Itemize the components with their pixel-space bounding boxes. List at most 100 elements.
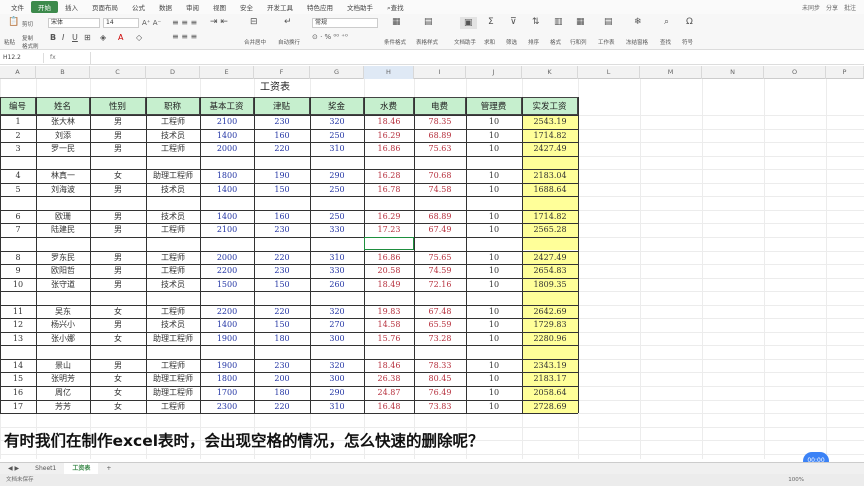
table-cell[interactable]: 2 xyxy=(0,129,36,143)
table-cell[interactable]: 工程师 xyxy=(146,264,200,278)
table-cell[interactable]: 16.29 xyxy=(364,210,414,224)
table-cell[interactable]: 2427.49 xyxy=(522,142,578,156)
table-cell[interactable]: 1688.64 xyxy=(522,183,578,197)
column-header-m[interactable]: M xyxy=(640,66,702,79)
table-cell[interactable]: 160 xyxy=(254,210,310,224)
table-cell[interactable]: 16.86 xyxy=(364,142,414,156)
worksheet-button[interactable]: 工作表 xyxy=(598,38,615,46)
table-cell[interactable]: 女 xyxy=(90,305,146,319)
sheet-tab-sheet1[interactable]: Sheet1 xyxy=(27,463,64,475)
table-cell[interactable]: 10 xyxy=(0,278,36,292)
sort-button[interactable]: 排序 xyxy=(528,38,539,46)
table-cell[interactable]: 230 xyxy=(254,223,310,237)
table-cell[interactable]: 330 xyxy=(310,223,364,237)
table-header-cell[interactable]: 基本工资 xyxy=(200,97,254,115)
sheet-grid[interactable]: 工资表 编号 姓名 性别 职称 基本工资 津贴 奖金 水费 电费 管理费 实发工资 1 张大林男工程师 2… xyxy=(0,79,864,459)
table-cell[interactable]: 220 xyxy=(254,251,310,265)
table-cell[interactable]: 杨兴小 xyxy=(36,318,90,332)
table-cell[interactable]: 刘海波 xyxy=(36,183,90,197)
table-cell[interactable]: 250 xyxy=(310,210,364,224)
format-button[interactable]: 格式 xyxy=(550,38,561,46)
table-cell[interactable]: 张明芳 xyxy=(36,372,90,386)
column-header-b[interactable]: B xyxy=(36,66,90,79)
table-cell[interactable]: 78.33 xyxy=(414,359,466,373)
table-cell[interactable]: 男 xyxy=(90,359,146,373)
table-cell[interactable]: 300 xyxy=(310,372,364,386)
table-cell[interactable]: 76.49 xyxy=(414,386,466,400)
table-cell[interactable]: 11 xyxy=(0,305,36,319)
table-cell[interactable]: 16.28 xyxy=(364,169,414,183)
font-grow-icon[interactable]: A⁺ A⁻ xyxy=(142,19,161,27)
sheet-nav-icon[interactable]: ◀ ▶ xyxy=(0,463,27,475)
symbol-button[interactable]: 符号 xyxy=(682,38,693,46)
table-cell[interactable]: 67.49 xyxy=(414,223,466,237)
table-cell[interactable]: 男 xyxy=(90,210,146,224)
fill-color-icon[interactable]: ◈ xyxy=(100,33,106,42)
table-cell[interactable]: 330 xyxy=(310,264,364,278)
table-cell[interactable]: 2343.19 xyxy=(522,359,578,373)
table-cell[interactable]: 4 xyxy=(0,169,36,183)
column-header-o[interactable]: O xyxy=(764,66,826,79)
menu-review[interactable]: 审阅 xyxy=(179,1,206,13)
table-cell[interactable]: 15 xyxy=(0,372,36,386)
copy-button[interactable]: 复制 xyxy=(22,34,33,42)
table-cell[interactable]: 10 xyxy=(466,372,522,386)
menu-data[interactable]: 数据 xyxy=(152,1,179,13)
table-cell[interactable]: 160 xyxy=(254,129,310,143)
table-cell[interactable]: 吴东 xyxy=(36,305,90,319)
table-cell[interactable]: 2183.17 xyxy=(522,372,578,386)
table-cell[interactable]: 1500 xyxy=(200,278,254,292)
table-cell[interactable]: 10 xyxy=(466,400,522,414)
menu-page-layout[interactable]: 页面布局 xyxy=(85,1,125,13)
table-cell[interactable]: 女 xyxy=(90,169,146,183)
table-cell[interactable]: 16.86 xyxy=(364,251,414,265)
menu-developer[interactable]: 开发工具 xyxy=(260,1,300,13)
table-cell[interactable]: 250 xyxy=(310,183,364,197)
table-cell[interactable]: 工程师 xyxy=(146,305,200,319)
table-header-cell[interactable]: 管理费 xyxy=(466,97,522,115)
table-cell[interactable]: 2728.69 xyxy=(522,400,578,414)
table-cell[interactable]: 芳芳 xyxy=(36,400,90,414)
table-cell[interactable]: 74.58 xyxy=(414,183,466,197)
table-cell[interactable]: 14.58 xyxy=(364,318,414,332)
table-cell[interactable]: 12 xyxy=(0,318,36,332)
table-cell[interactable]: 1800 xyxy=(200,372,254,386)
table-cell[interactable]: 320 xyxy=(310,359,364,373)
table-cell[interactable]: 65.59 xyxy=(414,318,466,332)
formula-input[interactable] xyxy=(90,52,850,64)
table-cell[interactable]: 2058.64 xyxy=(522,386,578,400)
table-cell[interactable]: 320 xyxy=(310,305,364,319)
name-box[interactable]: H12.2 xyxy=(0,53,44,63)
table-cell[interactable]: 68.89 xyxy=(414,210,466,224)
underline-icon[interactable]: U xyxy=(72,33,78,42)
table-cell[interactable]: 2100 xyxy=(200,223,254,237)
active-cell[interactable] xyxy=(364,236,414,251)
table-cell[interactable]: 1400 xyxy=(200,183,254,197)
merge-center-button[interactable]: 合并居中 xyxy=(244,38,266,46)
table-cell[interactable]: 230 xyxy=(254,264,310,278)
column-header-c[interactable]: C xyxy=(90,66,146,79)
table-cell[interactable]: 2183.04 xyxy=(522,169,578,183)
table-cell[interactable]: 73.83 xyxy=(414,400,466,414)
table-cell[interactable]: 250 xyxy=(310,129,364,143)
column-header-a[interactable]: A xyxy=(0,66,36,79)
table-cell[interactable]: 310 xyxy=(310,142,364,156)
conditional-format-button[interactable]: 条件格式 xyxy=(384,38,406,46)
merge-icon[interactable]: ⊟ xyxy=(250,17,258,27)
table-cell[interactable]: 6 xyxy=(0,210,36,224)
table-cell[interactable]: 张守道 xyxy=(36,278,90,292)
table-cell[interactable]: 15.76 xyxy=(364,332,414,346)
table-cell[interactable]: 150 xyxy=(254,278,310,292)
table-cell[interactable]: 男 xyxy=(90,223,146,237)
clear-format-icon[interactable]: ◇ xyxy=(136,33,142,42)
percent-icon[interactable]: ⊙ · % ⁰⁰ ⁺⁰ xyxy=(312,33,348,41)
add-sheet-icon[interactable]: + xyxy=(98,463,119,475)
menu-doc-assistant[interactable]: 文档助手 xyxy=(340,1,380,13)
table-cell[interactable]: 2200 xyxy=(200,264,254,278)
table-cell[interactable]: 3 xyxy=(0,142,36,156)
table-cell[interactable]: 18.49 xyxy=(364,278,414,292)
table-cell[interactable]: 女 xyxy=(90,400,146,414)
table-cell[interactable]: 工程师 xyxy=(146,400,200,414)
menu-features[interactable]: 特色应用 xyxy=(300,1,340,13)
table-cell[interactable]: 助理工程师 xyxy=(146,386,200,400)
